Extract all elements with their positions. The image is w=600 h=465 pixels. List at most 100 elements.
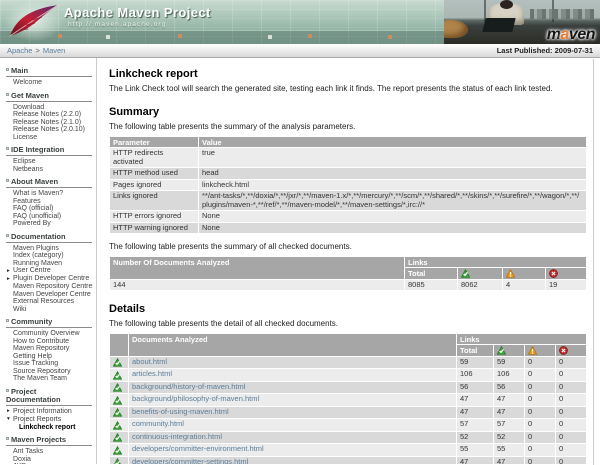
- section-marker-icon: [6, 437, 9, 440]
- sidebar-item[interactable]: Release Notes (2.1.0): [6, 119, 92, 127]
- sidebar-item-label: Release Notes (2.2.0): [13, 111, 81, 118]
- sidebar-item[interactable]: ▾Project Reports: [6, 416, 92, 424]
- sidebar-item-label: Getting Help: [13, 353, 52, 360]
- section-marker-icon: [6, 68, 9, 71]
- document-link[interactable]: about.html: [132, 357, 167, 366]
- sidebar-item[interactable]: Download: [6, 104, 92, 112]
- sidebar-item[interactable]: External Resources: [6, 298, 92, 306]
- sidebar-item[interactable]: Eclipse: [6, 158, 92, 166]
- sidebar-item[interactable]: Index (category): [6, 252, 92, 260]
- sidebar-item[interactable]: Running Maven: [6, 260, 92, 268]
- table-row: developers/committer-environment.html555…: [110, 444, 586, 456]
- documents-summary-table: Number Of Documents Analyzed Links Total…: [109, 256, 587, 291]
- links-warnings: 0: [525, 432, 555, 444]
- links-warnings: 0: [525, 394, 555, 406]
- parameter-row: HTTP warning ignoredNone: [110, 223, 586, 234]
- sidebar-item[interactable]: How to Contribute: [6, 338, 92, 346]
- column-header-links: Links: [457, 334, 586, 344]
- table-row: background/philosophy-of-maven.html47470…: [110, 394, 586, 406]
- sidebar-item[interactable]: Maven Plugins: [6, 245, 92, 253]
- links-errors: 0: [556, 432, 586, 444]
- parameter-name: HTTP redirects activated: [110, 148, 198, 167]
- parameter-value: true: [199, 148, 586, 167]
- sidebar-item-label: How to Contribute: [13, 338, 69, 345]
- sidebar-item-label: Project Information: [13, 408, 72, 415]
- document-link[interactable]: articles.html: [132, 369, 172, 378]
- breadcrumb-link-apache[interactable]: Apache: [7, 46, 32, 55]
- sidebar-section: CommunityCommunity OverviewHow to Contri…: [6, 318, 92, 383]
- sidebar-item[interactable]: Netbeans: [6, 166, 92, 174]
- section-marker-icon: [6, 389, 9, 392]
- sidebar-item[interactable]: Doxia: [6, 456, 92, 464]
- document-link[interactable]: developers/committer-settings.html: [132, 457, 248, 465]
- desk-object: [444, 20, 468, 38]
- links-total: 56: [457, 382, 493, 394]
- sidebar-item[interactable]: FAQ (official): [6, 205, 92, 213]
- sidebar-item[interactable]: ▸Plugin Developer Centre: [6, 275, 92, 283]
- person-head: [500, 0, 513, 9]
- links-errors: 0: [556, 407, 586, 419]
- sidebar-item[interactable]: ▸Project Information: [6, 408, 92, 416]
- success-icon: [458, 268, 502, 279]
- document-link[interactable]: developers/committer-environment.html: [132, 444, 264, 453]
- document-link[interactable]: background/history-of-maven.html: [132, 382, 245, 391]
- sidebar-item[interactable]: The Maven Team: [6, 375, 92, 383]
- parameter-value: **/ant-tasks/*,**/doxia/*,**/jxr/*,**/ma…: [199, 191, 586, 210]
- sidebar-section: MainWelcome: [6, 67, 92, 87]
- sidebar-item-label: JXR: [13, 463, 26, 464]
- sidebar-item-label: FAQ (unofficial): [13, 213, 61, 220]
- document-link[interactable]: background/philosophy-of-maven.html: [132, 394, 259, 403]
- links-errors: 0: [556, 369, 586, 381]
- sidebar-item-label: What is Maven?: [13, 190, 63, 197]
- sidebar-section-title: Project Documentation: [6, 388, 92, 406]
- sidebar-item[interactable]: Getting Help: [6, 353, 92, 361]
- links-total: 57: [457, 419, 493, 431]
- sidebar-item[interactable]: Maven Developer Centre: [6, 291, 92, 299]
- sidebar-item[interactable]: JXR: [6, 463, 92, 464]
- sidebar-item-label: Index (category): [13, 252, 64, 259]
- links-errors: 0: [556, 382, 586, 394]
- error-icon: [546, 268, 586, 279]
- sidebar-item[interactable]: Release Notes (2.0.10): [6, 126, 92, 134]
- sidebar-item[interactable]: Features: [6, 198, 92, 206]
- sidebar-section-title-text: Maven Projects: [11, 435, 66, 444]
- sidebar-item[interactable]: Issue Tracking: [6, 360, 92, 368]
- maven-logo-m: m: [547, 26, 561, 43]
- sidebar-item-label: Running Maven: [13, 260, 62, 267]
- sidebar-item[interactable]: Powered By: [6, 220, 92, 228]
- table-row: about.html595900: [110, 357, 586, 369]
- sidebar-item[interactable]: License: [6, 134, 92, 142]
- main-content: Linkcheck report The Link Check tool wil…: [97, 58, 600, 464]
- sidebar-item[interactable]: FAQ (unofficial): [6, 213, 92, 221]
- sidebar-item-label: Maven Plugins: [13, 245, 59, 252]
- sidebar-item[interactable]: Maven Repository: [6, 345, 92, 353]
- column-header-total: Total: [457, 345, 493, 356]
- sidebar-item[interactable]: Wiki: [6, 306, 92, 314]
- sidebar-item[interactable]: Ant Tasks: [6, 448, 92, 456]
- links-warnings: 0: [525, 382, 555, 394]
- document-link[interactable]: benefits-of-using-maven.html: [132, 407, 229, 416]
- sidebar-item-label: Welcome: [13, 79, 42, 86]
- links-errors: 0: [556, 357, 586, 369]
- links-total: 8085: [405, 280, 457, 291]
- sidebar-item[interactable]: What is Maven?: [6, 190, 92, 198]
- sidebar-item-label: Wiki: [13, 306, 26, 313]
- sidebar-item[interactable]: Welcome: [6, 79, 92, 87]
- links-warnings: 0: [525, 419, 555, 431]
- parameter-name: Links ignored: [110, 191, 198, 210]
- document-link[interactable]: community.html: [132, 419, 184, 428]
- sidebar-item[interactable]: Community Overview: [6, 330, 92, 338]
- parameter-value: None: [199, 211, 586, 222]
- sidebar-item[interactable]: Release Notes (2.2.0): [6, 111, 92, 119]
- links-warnings: 0: [525, 407, 555, 419]
- success-icon: [110, 394, 128, 406]
- breadcrumb-link-maven[interactable]: Maven: [43, 46, 66, 55]
- success-icon: [494, 345, 524, 356]
- banner-photo: maven: [444, 0, 600, 44]
- document-link[interactable]: continuous-integration.html: [132, 432, 222, 441]
- sidebar-item[interactable]: ▸User Centre: [6, 267, 92, 275]
- sidebar-item-label: Linkcheck report: [19, 424, 75, 431]
- sidebar-item[interactable]: Maven Repository Centre: [6, 283, 92, 291]
- links-total: 106: [457, 369, 493, 381]
- sidebar-item[interactable]: Source Repository: [6, 368, 92, 376]
